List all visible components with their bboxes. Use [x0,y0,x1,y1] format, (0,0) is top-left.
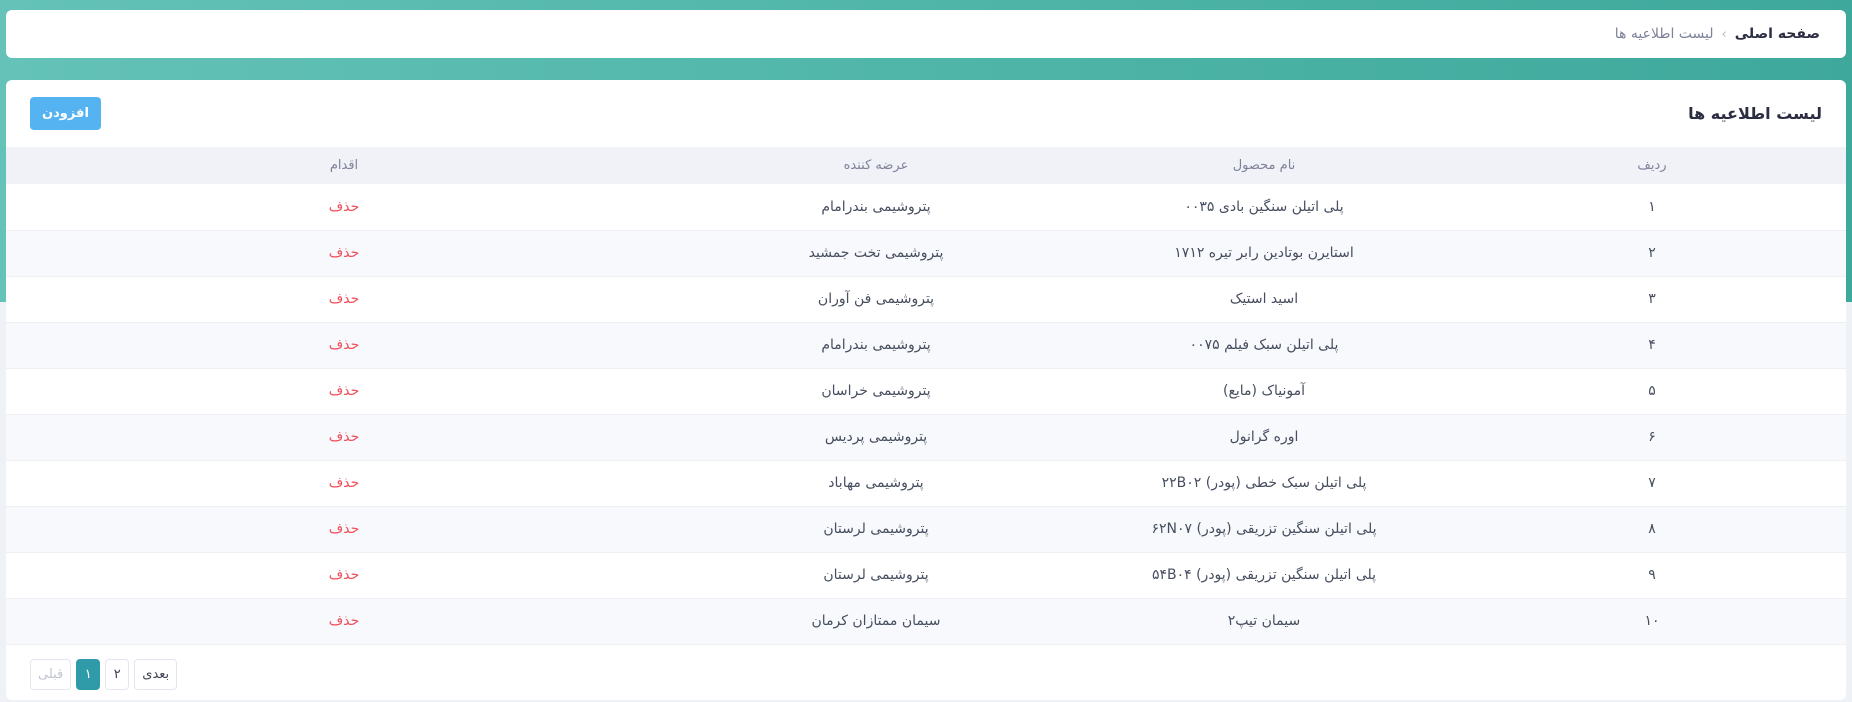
page-title: لیست اطلاعیه ها [1688,104,1822,123]
delete-link[interactable]: حذف [329,521,360,537]
row-product: استایرن بوتادین رابر تیره ۱۷۱۲ [1070,230,1458,277]
breadcrumb: صفحه اصلی › لیست اطلاعیه ها [6,10,1846,58]
delete-link[interactable]: حذف [329,567,360,583]
header-product[interactable]: نام محصول [1070,147,1458,184]
card-header: لیست اطلاعیه ها افزودن [6,80,1846,147]
announcements-table: ردیف نام محصول عرضه کننده اقدام ۱ پلی ات… [6,147,1846,645]
row-index: ۳ [1458,276,1846,323]
delete-link[interactable]: حذف [329,245,360,261]
row-index: ۶ [1458,414,1846,461]
row-index: ۵ [1458,368,1846,415]
row-product: پلی اتیلن سنگین تزریقی (پودر) ۶۲N۰۷ [1070,506,1458,553]
next-page-button[interactable]: بعدی [134,659,178,690]
row-vendor: پتروشیمی لرستان [682,506,1070,553]
row-action-cell: حذف [6,552,682,599]
row-vendor: پتروشیمی پردیس [682,414,1070,461]
row-index: ۸ [1458,506,1846,553]
breadcrumb-current: لیست اطلاعیه ها [1614,26,1714,42]
row-index: ۱ [1458,184,1846,231]
table-row: ۳ اسید استیک پتروشیمی فن آوران حذف [6,276,1846,323]
table-row: ۴ پلی اتیلن سبک فیلم ۰۰۷۵ پتروشیمی بندرا… [6,322,1846,369]
row-action-cell: حذف [6,460,682,507]
row-action-cell: حذف [6,598,682,645]
row-vendor: پتروشیمی لرستان [682,552,1070,599]
delete-link[interactable]: حذف [329,429,360,445]
row-action-cell: حذف [6,230,682,277]
delete-link[interactable]: حذف [329,383,360,399]
row-vendor: پتروشیمی مهاباد [682,460,1070,507]
row-product: اسید استیک [1070,276,1458,323]
row-vendor: پتروشیمی بندرامام [682,322,1070,369]
page-1-button[interactable]: ۱ [76,659,101,690]
table-row: ۵ آمونیاک (مایع) پتروشیمی خراسان حذف [6,368,1846,415]
table-row: ۹ پلی اتیلن سنگین تزریقی (پودر) ۵۴B۰۴ پت… [6,552,1846,599]
row-vendor: پتروشیمی بندرامام [682,184,1070,231]
row-vendor: سیمان ممتازان کرمان [682,598,1070,645]
delete-link[interactable]: حذف [329,475,360,491]
previous-page-button[interactable]: قبلی [30,659,72,690]
row-product: سیمان تیپ۲ [1070,598,1458,645]
row-product: پلی اتیلن سبک فیلم ۰۰۷۵ [1070,322,1458,369]
row-vendor: پتروشیمی تخت جمشید [682,230,1070,277]
table-row: ۷ پلی اتیلن سبک خطی (پودر) ۲۲B۰۲ پتروشیم… [6,460,1846,507]
row-index: ۱۰ [1458,598,1846,645]
page-2-button[interactable]: ۲ [105,659,130,690]
delete-link[interactable]: حذف [329,613,360,629]
table-row: ۸ پلی اتیلن سنگین تزریقی (پودر) ۶۲N۰۷ پت… [6,506,1846,553]
table-row: ۲ استایرن بوتادین رابر تیره ۱۷۱۲ پتروشیم… [6,230,1846,277]
row-product: پلی اتیلن سبک خطی (پودر) ۲۲B۰۲ [1070,460,1458,507]
row-product: پلی اتیلن سنگین تزریقی (پودر) ۵۴B۰۴ [1070,552,1458,599]
row-index: ۲ [1458,230,1846,277]
header-action: اقدام [6,147,682,184]
row-product: آمونیاک (مایع) [1070,368,1458,415]
row-index: ۹ [1458,552,1846,599]
row-action-cell: حذف [6,368,682,415]
row-action-cell: حذف [6,414,682,461]
table-row: ۶ اوره گرانول پتروشیمی پردیس حذف [6,414,1846,461]
row-product: اوره گرانول [1070,414,1458,461]
row-vendor: پتروشیمی خراسان [682,368,1070,415]
row-index: ۷ [1458,460,1846,507]
announcements-card: لیست اطلاعیه ها افزودن ردیف نام محصول عر… [6,80,1846,700]
table-row: ۱۰ سیمان تیپ۲ سیمان ممتازان کرمان حذف [6,598,1846,645]
breadcrumb-separator-icon: › [1721,26,1727,42]
delete-link[interactable]: حذف [329,199,360,215]
row-index: ۴ [1458,322,1846,369]
row-action-cell: حذف [6,276,682,323]
add-button[interactable]: افزودن [30,97,101,130]
header-vendor[interactable]: عرضه کننده [682,147,1070,184]
table-row: ۱ پلی اتیلن سنگین بادی ۰۰۳۵ پتروشیمی بند… [6,184,1846,231]
row-action-cell: حذف [6,322,682,369]
row-action-cell: حذف [6,184,682,231]
row-action-cell: حذف [6,506,682,553]
delete-link[interactable]: حذف [329,337,360,353]
breadcrumb-home-link[interactable]: صفحه اصلی [1735,26,1820,42]
row-vendor: پتروشیمی فن آوران [682,276,1070,323]
row-product: پلی اتیلن سنگین بادی ۰۰۳۵ [1070,184,1458,231]
header-index[interactable]: ردیف [1458,147,1846,184]
table-header-row: ردیف نام محصول عرضه کننده اقدام [6,147,1846,184]
delete-link[interactable]: حذف [329,291,360,307]
pagination: قبلی ۱ ۲ بعدی [30,659,178,690]
